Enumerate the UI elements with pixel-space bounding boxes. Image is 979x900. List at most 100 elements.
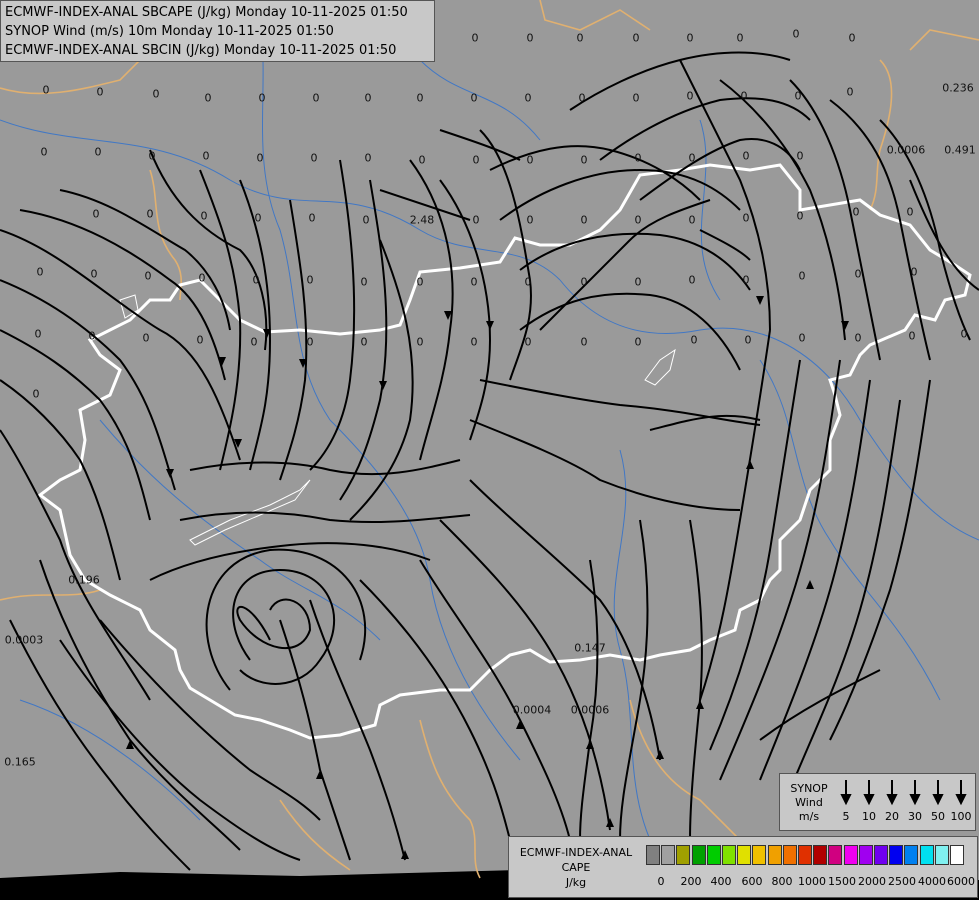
- cape-value-label: 0: [36, 265, 44, 279]
- cape-value-label: 0: [580, 213, 588, 227]
- cape-value-label: 0.196: [68, 573, 100, 587]
- cape-value-label: 0: [252, 273, 260, 287]
- cape-value-label: 0: [634, 335, 642, 349]
- cape-tick-label: 800: [771, 875, 793, 888]
- cape-value-label: 0: [526, 213, 534, 227]
- cape-value-label: 0: [360, 275, 368, 289]
- cape-color-swatch: [950, 845, 964, 865]
- cape-value-label: 0: [526, 153, 534, 167]
- cape-value-label: 0: [308, 211, 316, 225]
- cape-value-label: 0.236: [942, 81, 974, 95]
- cape-color-swatch: [691, 845, 706, 865]
- wind-speed-label: 20: [885, 810, 899, 823]
- cape-legend-title: ECMWF-INDEX-ANAL: [519, 846, 633, 859]
- cape-value-label: 0: [798, 331, 806, 345]
- cape-value-label: 0: [906, 205, 914, 219]
- cape-value-label: 0: [200, 209, 208, 223]
- cape-value-label: 0: [472, 153, 480, 167]
- cape-value-label: 0: [686, 89, 694, 103]
- cape-value-label: 0: [688, 151, 696, 165]
- cape-value-label: 0: [470, 91, 478, 105]
- cape-value-label: 0: [34, 327, 42, 341]
- cape-value-label: 0: [256, 151, 264, 165]
- cape-color-swatch: [843, 845, 858, 865]
- cape-value-label: 0: [96, 85, 104, 99]
- cape-value-label: 0: [632, 91, 640, 105]
- cape-value-label: 0: [742, 149, 750, 163]
- cape-value-label: 0: [794, 89, 802, 103]
- cape-value-label: 0: [580, 335, 588, 349]
- cape-value-label: 0: [634, 213, 642, 227]
- title-line-cin: ECMWF-INDEX-ANAL SBCIN (J/kg) Monday 10-…: [5, 43, 397, 58]
- cape-value-label: 0: [524, 91, 532, 105]
- cape-value-label: 0: [524, 335, 532, 349]
- cape-color-swatch: [767, 845, 782, 865]
- cape-value-label: 0: [470, 275, 478, 289]
- cape-value-label: 0: [90, 267, 98, 281]
- cape-tick-label: 600: [741, 875, 763, 888]
- cape-color-swatch: [722, 845, 736, 865]
- cape-legend-unit: J/kg: [565, 876, 587, 889]
- cape-tick-label: 4000: [918, 875, 946, 888]
- cape-legend: ECMWF-INDEX-ANAL CAPE J/kg 0 200 400 600 800…: [508, 836, 978, 898]
- cape-value-label: 0: [306, 335, 314, 349]
- wind-speed-label: 30: [908, 810, 922, 823]
- cape-value-label: 0: [310, 151, 318, 165]
- cape-value-label: 0: [40, 145, 48, 159]
- cape-value-label: 0: [580, 275, 588, 289]
- cape-value-label: 0: [202, 149, 210, 163]
- cape-value-label: 0: [576, 31, 584, 45]
- cape-value-label: 0: [740, 89, 748, 103]
- cape-color-swatch: [813, 845, 828, 865]
- cape-value-label: 0.0006: [570, 703, 610, 717]
- cape-value-label: 0.0004: [512, 703, 552, 717]
- cape-color-swatch: [661, 845, 676, 865]
- cape-value-label: 0: [792, 27, 800, 41]
- cape-value-label: 0: [312, 91, 320, 105]
- title-line-wind: SYNOP Wind (m/s) 10m Monday 10-11-2025 0…: [5, 24, 334, 39]
- cape-tick-label: 2500: [888, 875, 916, 888]
- stream-arrows: [126, 296, 849, 859]
- cape-color-swatch: [782, 845, 797, 865]
- cape-value-label: 0: [360, 335, 368, 349]
- cape-value-label: 0: [152, 87, 160, 101]
- cape-color-swatch: [934, 845, 949, 865]
- cape-value-label: 0: [471, 31, 479, 45]
- wind-legend: SYNOP Wind m/s 5 10 20 30 50 100: [779, 773, 976, 831]
- cape-color-swatch: [752, 845, 767, 865]
- cape-value-label: 0: [470, 335, 478, 349]
- cape-value-label: 0: [634, 275, 642, 289]
- cape-value-label: 0: [364, 91, 372, 105]
- cape-value-label: 0: [686, 31, 694, 45]
- cape-value-label: 0: [472, 213, 480, 227]
- cape-tick-label: 1000: [798, 875, 826, 888]
- cape-value-label: 0: [854, 331, 862, 345]
- cape-value-label: 0.0006: [886, 143, 926, 157]
- cape-value-label: 0: [910, 265, 918, 279]
- cape-value-label: 0: [198, 271, 206, 285]
- wind-speed-label: 5: [842, 810, 850, 823]
- cape-value-label: 0: [258, 91, 266, 105]
- cape-color-swatch: [919, 845, 934, 865]
- cape-value-label: 0.147: [574, 641, 606, 655]
- cape-color-swatch: [646, 845, 660, 865]
- cape-value-label: 0: [908, 329, 916, 343]
- cape-value-label: 0: [418, 153, 426, 167]
- cape-value-label: 0: [32, 387, 40, 401]
- cape-value-label: 0: [524, 275, 532, 289]
- country-borders: [0, 0, 979, 879]
- cape-value-label: 0: [688, 213, 696, 227]
- cape-value-label: 0: [798, 269, 806, 283]
- cape-value-label: 0: [204, 91, 212, 105]
- cape-value-label: 0: [416, 275, 424, 289]
- cape-value-label: 0: [796, 149, 804, 163]
- cape-value-label: 0: [690, 333, 698, 347]
- cape-value-label: 0.0003: [4, 633, 44, 647]
- cape-value-label: 0: [848, 31, 856, 45]
- cape-value-label: 0: [578, 91, 586, 105]
- wind-speed-label: 100: [950, 810, 972, 823]
- cape-value-label: 0: [416, 335, 424, 349]
- title-line-cape: ECMWF-INDEX-ANAL SBCAPE (J/kg) Monday 10…: [5, 5, 408, 20]
- wind-speed-label: 10: [862, 810, 876, 823]
- cape-value-label: 0: [88, 329, 96, 343]
